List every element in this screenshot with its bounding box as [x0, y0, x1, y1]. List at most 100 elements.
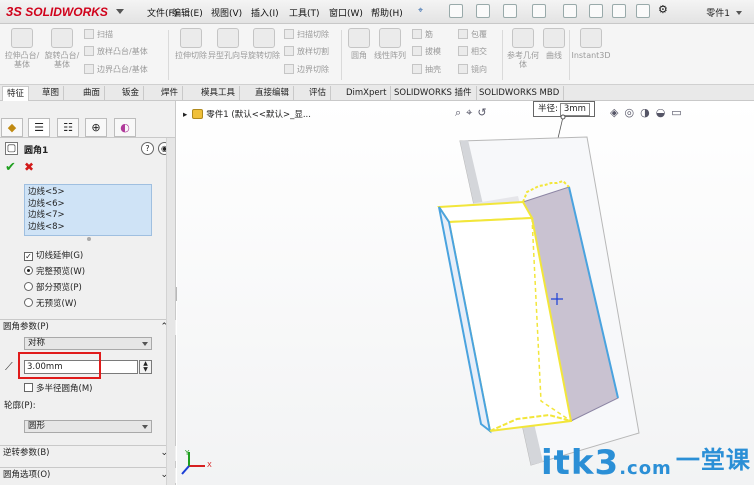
feature-manager-tab[interactable]: ◆: [1, 118, 23, 137]
chevron-down-icon[interactable]: [736, 11, 742, 15]
linear-pattern-icon: [379, 28, 401, 48]
tab-dimxpert[interactable]: DimXpert: [342, 86, 392, 101]
menu-tools[interactable]: 工具(T): [289, 6, 320, 19]
boundary-cut-button[interactable]: 边界切除: [284, 63, 329, 77]
radius-input[interactable]: 3.00mm: [24, 360, 138, 374]
tab-surfaces[interactable]: 曲面: [79, 86, 106, 101]
fillet-options-section[interactable]: 圆角选项(O) ⌄: [0, 467, 176, 483]
display-manager-tab[interactable]: ◐: [114, 118, 136, 137]
tab-mold-tools[interactable]: 模具工具: [197, 86, 241, 101]
property-manager-tab[interactable]: ☰: [28, 118, 50, 137]
command-tabs: 特征 草图 曲面 钣金 焊件 模具工具 直接编辑 评估 DimXpert SOL…: [0, 85, 754, 101]
configuration-manager-tab[interactable]: ☷: [57, 118, 79, 137]
reference-geometry-button[interactable]: 参考几何体: [505, 26, 541, 84]
ok-button[interactable]: ✔: [5, 160, 16, 175]
boundary-icon: [84, 64, 94, 74]
mirror-icon: [458, 64, 468, 74]
wrap-button[interactable]: 包覆: [458, 28, 487, 42]
chevron-down-icon: [142, 342, 148, 346]
no-preview-radio[interactable]: 无预览(W): [24, 297, 77, 309]
tab-solidworks-mbd[interactable]: SOLIDWORKS MBD: [475, 86, 565, 101]
loft-cut-button[interactable]: 放样切割: [284, 45, 329, 59]
menu-help[interactable]: 帮助(H): [371, 6, 403, 19]
tab-features[interactable]: 特征: [2, 86, 30, 101]
menu-edit[interactable]: 编辑(E): [172, 6, 203, 19]
extrude-boss-icon: [11, 28, 33, 48]
tab-solidworks-addins[interactable]: SOLIDWORKS 插件: [390, 86, 477, 101]
dimxpert-manager-tab[interactable]: ⊕: [85, 118, 107, 137]
profile-dropdown[interactable]: 圆形: [24, 420, 152, 433]
model-viewport: [181, 114, 640, 475]
curves-button[interactable]: 曲线: [540, 26, 568, 84]
pin-icon[interactable]: ⌖: [418, 6, 423, 16]
panel-scrollbar[interactable]: [166, 138, 175, 485]
extrude-boss-button[interactable]: 拉伸凸台/基体: [2, 26, 42, 84]
boundary-boss-button[interactable]: 边界凸台/基体: [84, 63, 148, 77]
open-icon[interactable]: [476, 4, 490, 18]
tab-evaluate[interactable]: 评估: [305, 86, 332, 101]
tangent-propagation-checkbox[interactable]: ✓ 切线延伸(G): [24, 249, 83, 261]
rebuild-icon[interactable]: [612, 4, 626, 18]
gear-icon[interactable]: ⚙: [658, 3, 668, 16]
extrude-cut-button[interactable]: 拉伸切除: [171, 26, 211, 84]
instant3d-icon: [580, 28, 602, 48]
tab-weldments[interactable]: 焊件: [157, 86, 184, 101]
file-properties-icon[interactable]: [636, 4, 650, 18]
fillet-button[interactable]: 圆角: [344, 26, 374, 84]
undo-icon[interactable]: [563, 4, 577, 18]
shell-icon: [412, 64, 422, 74]
manager-tabs: ◆ ☰ ☷ ⊕ ◐: [0, 116, 176, 138]
feature-title: 圆角1: [24, 146, 49, 156]
list-item[interactable]: 边线<8>: [28, 222, 148, 234]
shell-button[interactable]: 抽壳: [412, 63, 441, 77]
fillet-icon: [348, 28, 370, 48]
rib-button[interactable]: 筋: [412, 28, 433, 42]
menu-view[interactable]: 视图(V): [211, 6, 242, 19]
symmetry-dropdown[interactable]: 对称: [24, 337, 152, 350]
sweep-cut-button[interactable]: 扫描切除: [284, 28, 329, 42]
select-icon[interactable]: [589, 4, 603, 18]
list-resize-handle[interactable]: [87, 237, 91, 241]
tab-sheet-metal[interactable]: 钣金: [118, 86, 145, 101]
list-item[interactable]: 边线<5>: [28, 187, 148, 199]
mirror-button[interactable]: 镜向: [458, 63, 487, 77]
revolve-cut-button[interactable]: 旋转切除: [244, 26, 284, 84]
list-item[interactable]: 边线<7>: [28, 210, 148, 222]
radio-icon: [24, 282, 33, 291]
print-icon[interactable]: [532, 4, 546, 18]
save-icon[interactable]: [503, 4, 517, 18]
edges-selection-list[interactable]: 边线<5> 边线<6> 边线<7> 边线<8>: [24, 184, 152, 236]
extrude-cut-icon: [180, 28, 202, 48]
setback-parameters-section[interactable]: 逆转参数(B) ⌄: [0, 445, 176, 461]
document-title: 零件1: [706, 9, 730, 19]
new-document-icon[interactable]: [449, 4, 463, 18]
tab-direct-editing[interactable]: 直接编辑: [251, 86, 295, 101]
full-preview-radio[interactable]: 完整预览(W): [24, 265, 85, 277]
radius-spinner[interactable]: ▲ ▼: [139, 360, 152, 374]
loft-boss-button[interactable]: 放样凸台/基体: [84, 45, 148, 59]
sweep-button[interactable]: 扫描: [84, 28, 113, 42]
revolve-boss-button[interactable]: 旋转凸台/基体: [42, 26, 82, 84]
list-item[interactable]: 边线<6>: [28, 199, 148, 211]
partial-preview-radio[interactable]: 部分预览(P): [24, 281, 82, 293]
hole-wizard-button[interactable]: 异型孔向导: [208, 26, 248, 84]
fillet-parameters-section[interactable]: 圆角参数(P) ⌃: [0, 319, 176, 335]
watermark: itk3.com 一堂课: [541, 443, 751, 483]
graphics-area[interactable]: ▸ 零件1 (默认<<默认>_显... ⌕⌖↺ ◈◎◑◒▭ 半径: 3mm X …: [177, 101, 754, 485]
leader-anchor: [560, 114, 566, 120]
intersect-button[interactable]: 相交: [458, 45, 487, 59]
tab-sketch[interactable]: 草图: [38, 86, 65, 101]
multi-radius-checkbox[interactable]: 多半径圆角(M): [24, 382, 92, 394]
menu-window[interactable]: 窗口(W): [329, 6, 363, 19]
cancel-button[interactable]: ✖: [24, 160, 34, 174]
axis-y-label: Y: [185, 449, 190, 457]
hole-wizard-icon: [217, 28, 239, 48]
logo-dropdown-icon[interactable]: [116, 9, 124, 14]
configuration-icon: ☷: [63, 121, 73, 134]
menu-insert[interactable]: 插入(I): [251, 6, 279, 19]
solidworks-logo[interactable]: 3S SOLIDWORKS: [6, 4, 108, 19]
instant3d-button[interactable]: Instant3D: [570, 26, 612, 84]
help-button[interactable]: ?: [141, 142, 154, 155]
linear-pattern-button[interactable]: 线性阵列: [373, 26, 407, 84]
draft-button[interactable]: 拔模: [412, 45, 441, 59]
